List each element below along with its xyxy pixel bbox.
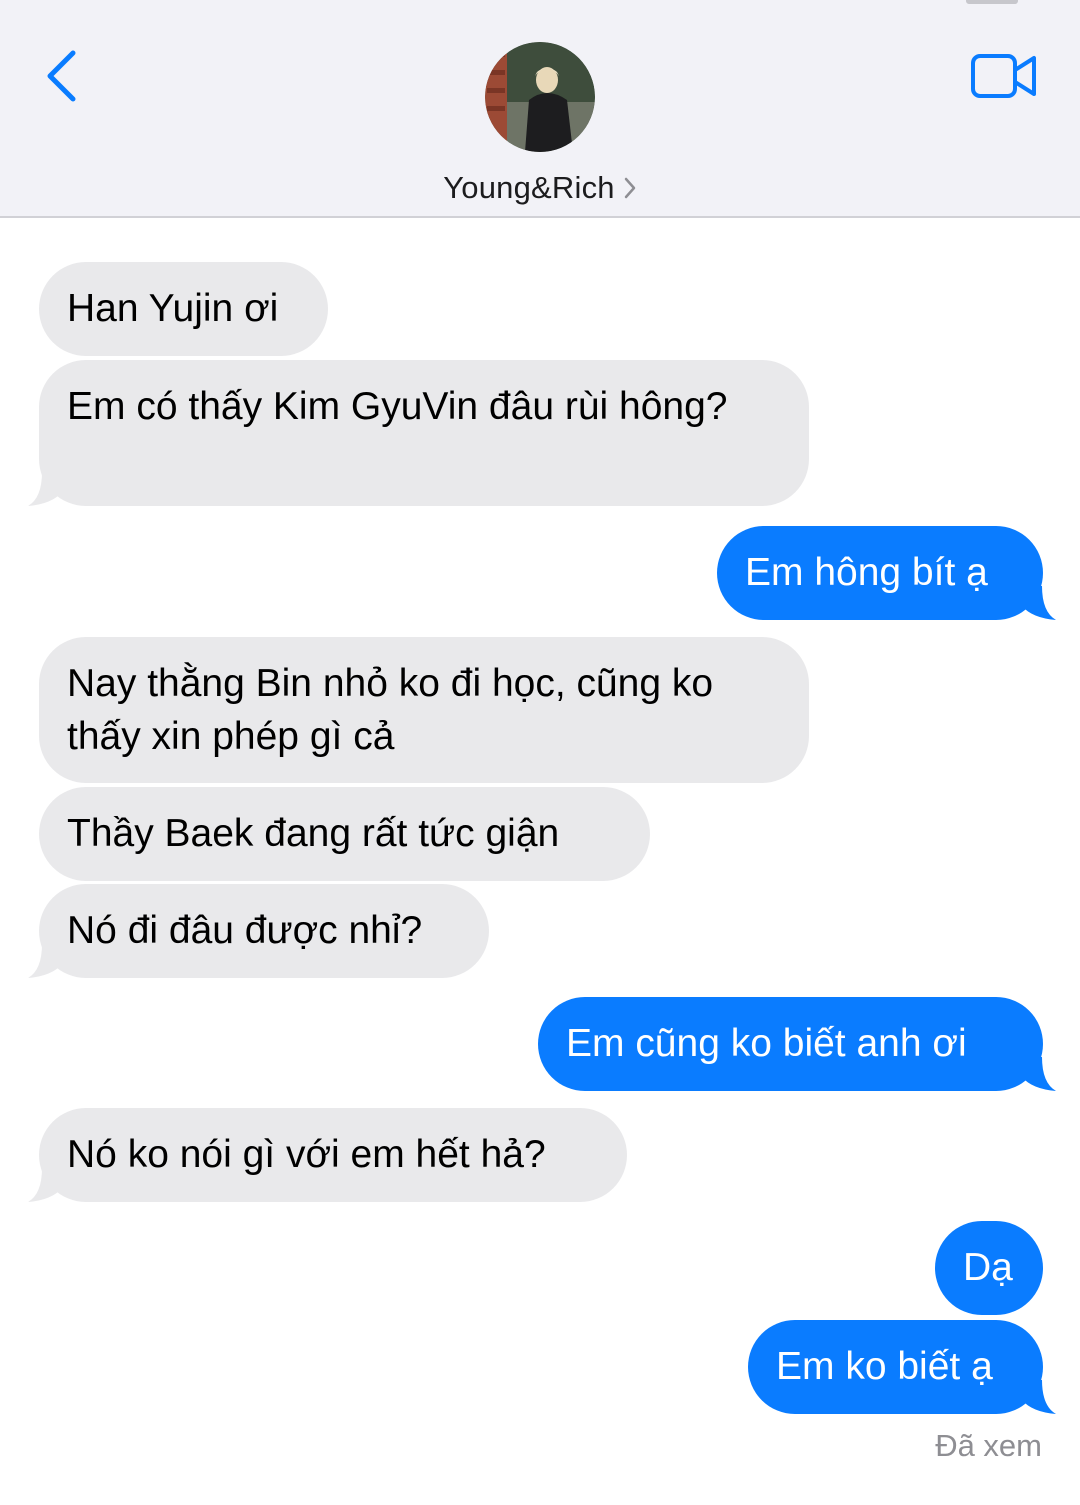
message-text: Nó đi đâu được nhỉ?	[67, 909, 423, 952]
contact-name: Young&Rich	[443, 170, 615, 205]
bubble-tail	[1022, 1380, 1056, 1414]
chevron-left-icon	[47, 50, 76, 102]
bubble-tail	[1022, 1057, 1056, 1091]
outgoing-message-bubble[interactable]: Dạ	[935, 1221, 1043, 1315]
video-call-button[interactable]	[962, 44, 1046, 108]
contact-name-button[interactable]: Young&Rich	[0, 166, 1080, 210]
contact-avatar[interactable]	[485, 42, 595, 152]
incoming-message-bubble[interactable]: Thầy Baek đang rất tức giận	[39, 787, 650, 881]
message-text: Em cũng ko biết anh ơi	[566, 1022, 967, 1065]
bubble-tail	[28, 1168, 62, 1202]
conversation-header: Young&Rich	[0, 0, 1080, 218]
back-button[interactable]	[36, 44, 86, 108]
message-text: Thầy Baek đang rất tức giận	[67, 812, 560, 855]
outgoing-message-bubble[interactable]: Em cũng ko biết anh ơi	[538, 997, 1056, 1091]
message-text: Em có thấy Kim GyuVin đâu rùi hông?	[67, 385, 728, 428]
message-text: Nó ko nói gì với em hết hả?	[67, 1133, 546, 1176]
outgoing-message-bubble[interactable]: Em hông bít ạ	[717, 526, 1056, 620]
bubble-tail	[28, 472, 62, 506]
bubble-tail	[1022, 586, 1056, 620]
message-text: Em ko biết ạ	[776, 1345, 993, 1388]
top-indicator	[966, 0, 1018, 4]
message-text: Dạ	[963, 1246, 1013, 1289]
incoming-message-bubble[interactable]: Em có thấy Kim GyuVin đâu rùi hông?	[28, 360, 809, 506]
outgoing-message-bubble[interactable]: Em ko biết ạ	[748, 1320, 1056, 1414]
incoming-message-bubble[interactable]: Nó đi đâu được nhỉ?	[28, 884, 489, 978]
bubble-tail	[28, 944, 62, 978]
message-text: Nay thằng Bin nhỏ ko đi học, cũng ko thấ…	[67, 662, 714, 758]
read-receipt: Đã xem	[935, 1428, 1042, 1463]
incoming-message-bubble[interactable]: Han Yujin ơi	[39, 262, 328, 356]
incoming-message-bubble[interactable]: Nay thằng Bin nhỏ ko đi học, cũng ko thấ…	[39, 637, 809, 783]
chevron-right-icon	[623, 176, 637, 200]
incoming-message-bubble[interactable]: Nó ko nói gì với em hết hả?	[28, 1108, 627, 1202]
message-text: Em hông bít ạ	[745, 551, 988, 594]
video-camera-icon	[971, 54, 1036, 98]
message-text: Han Yujin ơi	[67, 287, 279, 330]
